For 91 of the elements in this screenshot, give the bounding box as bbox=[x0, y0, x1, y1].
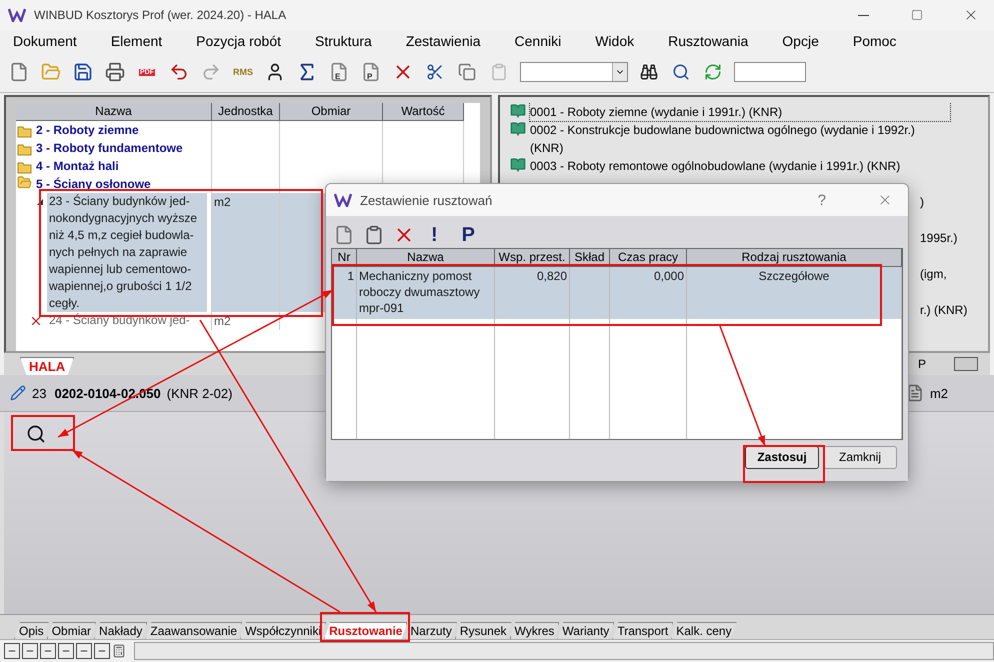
new-document-icon[interactable] bbox=[334, 225, 354, 245]
unit-label: m2 bbox=[930, 386, 948, 400]
bottom-tab[interactable]: Wykres bbox=[510, 622, 560, 639]
minimize-icon bbox=[858, 14, 868, 16]
save-icon[interactable] bbox=[73, 62, 93, 82]
table-cell: 1 bbox=[332, 267, 357, 319]
layout-toggle-button[interactable] bbox=[22, 643, 38, 659]
maximize-icon bbox=[911, 9, 923, 21]
crossed-icon bbox=[29, 314, 43, 328]
magnifier-icon bbox=[26, 424, 46, 444]
refresh-icon[interactable] bbox=[704, 63, 722, 81]
print-icon[interactable] bbox=[105, 62, 125, 82]
folder-label[interactable]: 3 - Roboty fundamentowe bbox=[36, 139, 183, 157]
table-cell: Szczegółowe bbox=[687, 267, 902, 319]
column-header[interactable]: Obmiar bbox=[280, 103, 383, 121]
layout-toggle-button[interactable] bbox=[40, 643, 56, 659]
folder-label[interactable]: 4 - Montaż hali bbox=[36, 157, 119, 175]
catalog-item[interactable]: 0001 - Roboty ziemne (wydanie i 1991r.) (KNR) bbox=[530, 103, 950, 121]
caret-icon bbox=[37, 199, 43, 205]
bottom-tab[interactable]: Warianty bbox=[557, 622, 614, 639]
menu-item[interactable]: Pomoc bbox=[846, 33, 904, 49]
window-title: WINBUD Kosztorys Prof (wer. 2024.20) - HALA bbox=[34, 8, 288, 22]
bottom-tab[interactable]: Kalk. ceny bbox=[671, 622, 737, 639]
document-tab[interactable]: HALA bbox=[20, 357, 74, 375]
menu-item[interactable]: Widok bbox=[588, 33, 642, 49]
table-cell: Mechaniczny pomost roboczy dwumasztowy mpr-091 bbox=[357, 267, 495, 319]
pencil-icon bbox=[10, 385, 26, 401]
catalog-item[interactable]: 1995r.) bbox=[920, 229, 978, 247]
menu-item[interactable]: Struktura bbox=[308, 33, 379, 49]
catalog-item[interactable]: (igm, bbox=[920, 265, 978, 283]
column-header[interactable]: Rodzaj rusztowania bbox=[687, 249, 902, 267]
calculator-icon[interactable] bbox=[112, 644, 126, 658]
column-header[interactable]: Wartość bbox=[383, 103, 464, 121]
folder-label[interactable]: 5 - Ściany osłonowe bbox=[36, 175, 151, 193]
bottom-tab[interactable]: Rusztowanie bbox=[324, 622, 408, 639]
bottom-tab[interactable]: Narzuty bbox=[405, 622, 457, 639]
help-button[interactable]: ? bbox=[818, 192, 826, 208]
search-icon[interactable] bbox=[672, 63, 690, 81]
toolbar-button[interactable]: ! bbox=[423, 224, 446, 246]
menu-item[interactable]: Element bbox=[104, 33, 170, 49]
annotation-frame bbox=[11, 415, 75, 451]
menu-item[interactable]: Pozycja robót bbox=[189, 33, 288, 49]
position-number: 23 bbox=[32, 386, 46, 400]
undo-icon[interactable] bbox=[169, 62, 189, 82]
bottom-tab[interactable]: Nakłady bbox=[94, 622, 148, 639]
catalog-tab[interactable]: P bbox=[918, 357, 926, 372]
folder-label[interactable]: 2 - Roboty ziemne bbox=[36, 121, 139, 139]
layout-toggle-button[interactable] bbox=[58, 643, 74, 659]
dialog-title: Zestawienie rusztowań bbox=[360, 192, 494, 208]
binoculars-icon[interactable] bbox=[640, 63, 658, 81]
column-header[interactable]: Jednostka bbox=[212, 103, 280, 121]
menu-item[interactable]: Rusztowania bbox=[661, 33, 756, 49]
app-logo-icon bbox=[334, 193, 352, 207]
bottom-tab[interactable]: Transport bbox=[612, 622, 674, 639]
rms-button[interactable]: RMS bbox=[233, 67, 253, 77]
unit-cell: m2 bbox=[212, 193, 280, 312]
book-icon bbox=[510, 157, 526, 173]
tab-scroll-button[interactable] bbox=[954, 357, 978, 372]
toolbar-button[interactable]: P bbox=[454, 224, 484, 246]
bottom-tab[interactable]: Współczynniki bbox=[240, 622, 326, 639]
book-icon bbox=[510, 103, 526, 119]
table-cell: 0,820 bbox=[495, 267, 570, 319]
catalog-code: (KNR 2-02) bbox=[166, 386, 232, 400]
clipboard-icon[interactable] bbox=[364, 225, 384, 245]
dialog-button[interactable]: Zastosuj bbox=[745, 446, 819, 468]
bottom-tab[interactable]: Zaawansowanie bbox=[145, 622, 242, 639]
menu-item[interactable]: Opcje bbox=[775, 33, 826, 49]
layout-toggle-button[interactable] bbox=[4, 643, 20, 659]
bottom-tab[interactable]: Opis bbox=[14, 622, 49, 639]
bottom-tab[interactable]: Rysunek bbox=[454, 622, 512, 639]
menu-item[interactable]: Zestawienia bbox=[398, 33, 488, 49]
layout-toggle-button[interactable] bbox=[94, 643, 110, 659]
catalog-item[interactable]: 0002 - Konstrukcje budowlane budownictwa ogólnego (wydanie i 1992r.) (KNR) bbox=[530, 121, 950, 157]
column-header[interactable]: Nazwa bbox=[16, 103, 212, 121]
copy-icon[interactable] bbox=[458, 63, 476, 81]
cut-icon[interactable] bbox=[426, 63, 444, 81]
dropdown-field[interactable] bbox=[520, 62, 628, 82]
layout-toggle-button[interactable] bbox=[76, 643, 92, 659]
catalog-item[interactable]: r.) (KNR) bbox=[920, 301, 978, 319]
book-icon bbox=[510, 121, 526, 137]
table-cell: 0,000 bbox=[610, 267, 687, 319]
new-document-icon[interactable] bbox=[9, 62, 29, 82]
dialog-button[interactable]: Zamknij bbox=[823, 446, 897, 468]
app-logo-icon bbox=[8, 8, 26, 22]
input-field[interactable] bbox=[734, 62, 806, 82]
bottom-tab[interactable]: Obmiar bbox=[46, 622, 96, 639]
menu-item[interactable]: Cenniki bbox=[508, 33, 568, 49]
position-label[interactable]: 23 - Ściany budynków jed-nokondygnacyjnych wyższe niż 4,5 m,z cegieł budowla-nych pełnych na zaprawie wapiennej lub cementowo-wapiennej,o grubości 1 1/2 cegły. bbox=[47, 193, 207, 312]
menu-item[interactable]: Dokument bbox=[6, 33, 84, 49]
catalog-item[interactable]: 0003 - Roboty remontowe ogólnobudowlane (wydanie i 1991r.) (KNR) bbox=[530, 157, 950, 175]
catalog-item[interactable]: ) bbox=[920, 193, 978, 211]
